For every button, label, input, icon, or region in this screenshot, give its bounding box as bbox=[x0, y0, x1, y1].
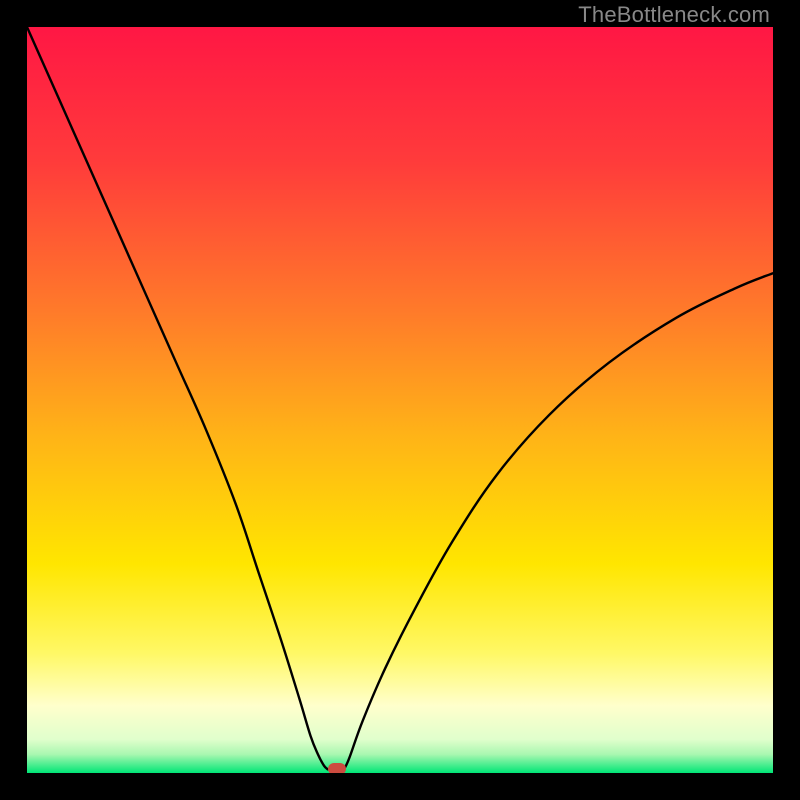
optimal-point-marker bbox=[328, 763, 346, 773]
watermark-text: TheBottleneck.com bbox=[578, 2, 770, 28]
bottleneck-curve bbox=[27, 27, 773, 773]
plot-area bbox=[27, 27, 773, 773]
